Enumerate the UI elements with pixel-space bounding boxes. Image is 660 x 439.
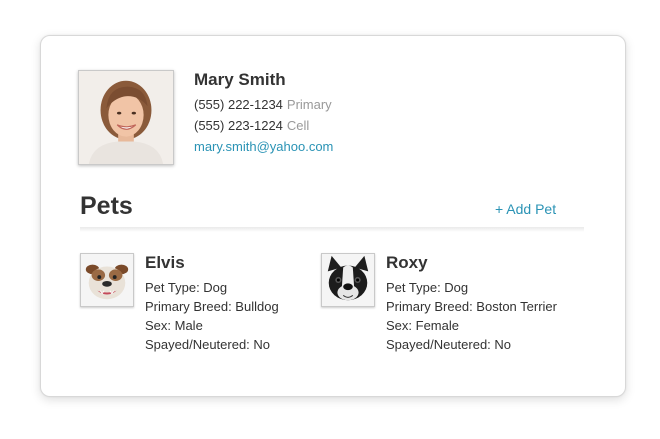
owner-email-link[interactable]: mary.smith@yahoo.com xyxy=(194,139,333,154)
bulldog-image xyxy=(81,254,133,306)
pet-spayed: Spayed/Neutered: No xyxy=(386,337,512,352)
pet-breed: Primary Breed: Boston Terrier xyxy=(386,299,557,314)
pet-type: Pet Type: Dog xyxy=(386,280,469,295)
pet-avatar-elvis xyxy=(80,253,134,307)
pet-spayed: Spayed/Neutered: No xyxy=(145,337,271,352)
owner-name: Mary Smith xyxy=(194,70,286,89)
pet-card-roxy: Roxy Pet Type: Dog Primary Breed: Boston… xyxy=(321,253,561,363)
pet-name: Roxy xyxy=(386,253,428,272)
pet-type: Pet Type: Dog xyxy=(145,280,228,295)
pet-sex: Sex: Male xyxy=(145,318,203,333)
primary-phone: (555) 222-1234 Primary xyxy=(194,97,332,112)
pet-card-elvis: Elvis Pet Type: Dog Primary Breed: Bulld… xyxy=(80,253,320,363)
cell-phone: (555) 223-1224 Cell xyxy=(194,118,309,133)
pets-section-heading: Pets xyxy=(80,192,133,220)
boston-terrier-image xyxy=(322,254,374,306)
pet-breed: Primary Breed: Bulldog xyxy=(145,299,279,314)
section-divider xyxy=(80,227,584,232)
add-pet-button[interactable]: + Add Pet xyxy=(495,201,556,217)
cell-phone-number: (555) 223-1224 xyxy=(194,118,283,133)
cell-phone-type: Cell xyxy=(286,118,310,133)
owner-profile-card: Mary Smith (555) 222-1234 Primary (555) 2… xyxy=(40,35,626,397)
pet-name: Elvis xyxy=(145,253,185,272)
owner-portrait-image xyxy=(79,71,173,164)
primary-phone-number: (555) 222-1234 xyxy=(194,97,283,112)
pet-avatar-roxy xyxy=(321,253,375,307)
owner-avatar xyxy=(78,70,174,165)
pet-sex: Sex: Female xyxy=(386,318,459,333)
primary-phone-type: Primary xyxy=(286,97,332,112)
